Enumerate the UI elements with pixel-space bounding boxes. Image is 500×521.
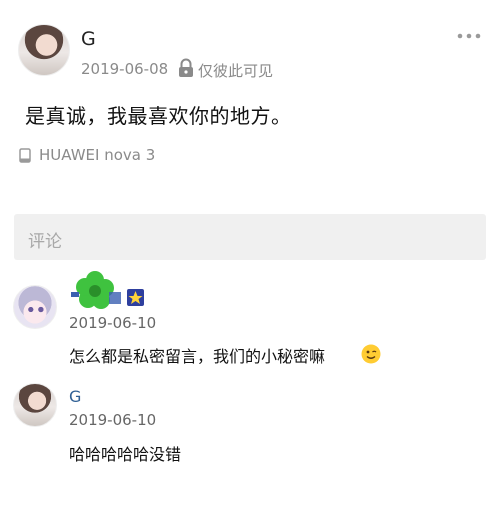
comment-author-name[interactable]: G	[69, 387, 81, 406]
more-options-icon[interactable]	[457, 31, 481, 41]
phone-icon	[19, 148, 31, 163]
comment-text: 哈哈哈哈哈没错	[69, 445, 182, 464]
post-content: 是真诚，我最喜欢你的地方。	[25, 104, 292, 128]
comment-date: 2019-06-10	[69, 411, 157, 429]
wink-emoji-icon	[361, 344, 381, 364]
visibility-label: 仅彼此可见	[198, 62, 274, 80]
comment-input[interactable]: 评论	[14, 214, 486, 260]
post-author-name[interactable]: G	[81, 28, 96, 50]
comment-text: 怎么都是私密留言，我们的小秘密嘛	[69, 347, 326, 366]
lock-icon	[179, 58, 193, 77]
comment-author-avatar[interactable]	[13, 383, 57, 427]
green-clover-name-logo[interactable]	[69, 268, 149, 312]
comment-date: 2019-06-10	[69, 314, 157, 332]
post-date: 2019-06-08	[81, 60, 169, 78]
post-author-avatar[interactable]	[18, 24, 70, 76]
comment-author-avatar[interactable]	[13, 285, 57, 329]
device-label: HUAWEI nova 3	[39, 146, 156, 164]
comment-input-placeholder: 评论	[28, 232, 62, 252]
